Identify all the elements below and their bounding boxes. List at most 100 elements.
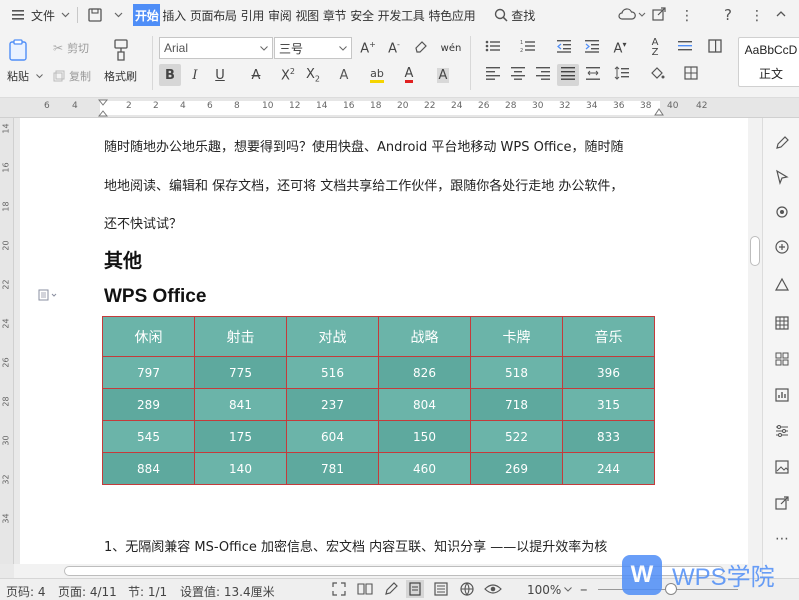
increase-indent-button[interactable] [581, 37, 603, 59]
table-cell[interactable]: 396 [562, 356, 655, 389]
outline-view-icon[interactable] [434, 582, 448, 596]
zoom-level[interactable]: 100% [527, 583, 561, 597]
table-cell[interactable]: 269 [470, 452, 563, 485]
table-cell[interactable]: 244 [562, 452, 655, 485]
vertical-scrollbar[interactable] [748, 118, 762, 564]
status-page-count[interactable]: 页面: 4/11 [58, 583, 117, 600]
tab-insert[interactable]: 插入 [160, 4, 187, 26]
data-table[interactable]: 休闲 射击 对战 战略 卡牌 音乐 797 775 516 826 518 39… [102, 316, 655, 485]
shape-icon[interactable] [773, 276, 791, 294]
table-cell[interactable]: 781 [286, 452, 379, 485]
more-icon[interactable]: ⋮ [680, 8, 694, 24]
vertical-ruler[interactable]: 14 16 18 20 22 24 26 28 30 32 34 [0, 118, 14, 564]
italic-button[interactable]: I [184, 64, 206, 86]
tab-special-apps[interactable]: 特色应用 [426, 4, 477, 26]
copy-button[interactable]: 复制 [53, 68, 91, 84]
distributed-button[interactable] [582, 64, 604, 86]
text-effect-button[interactable]: A [333, 64, 355, 86]
file-menu[interactable]: 文件 [8, 4, 73, 26]
location-pin-icon[interactable] [773, 204, 791, 222]
chart-icon[interactable] [773, 386, 791, 404]
table-cell[interactable]: 150 [378, 420, 471, 453]
adjust-sliders-icon[interactable] [773, 422, 791, 440]
change-case-button[interactable]: A▾ [609, 37, 631, 59]
status-section[interactable]: 节: 1/1 [128, 583, 167, 600]
paragraph-bottom[interactable]: 1、无隔阂兼容 MS-Office 加密信息、宏文档 内容互联、知识分享 ——以… [104, 536, 607, 555]
borders-button[interactable] [704, 37, 726, 59]
apps-grid-icon[interactable] [773, 350, 791, 368]
table-cell[interactable]: 841 [194, 388, 287, 421]
tab-view[interactable]: 视图 [293, 4, 320, 26]
more-dots-icon[interactable]: ⋯ [773, 530, 791, 548]
table-header-cell[interactable]: 战略 [378, 316, 471, 357]
char-shading-button[interactable]: A [432, 64, 454, 86]
table-cell[interactable]: 140 [194, 452, 287, 485]
heading-wps-office[interactable]: WPS Office [104, 286, 206, 308]
font-name-select[interactable]: Arial [159, 37, 273, 59]
tab-security[interactable]: 安全 [348, 4, 375, 26]
reading-mode-icon[interactable] [357, 582, 373, 596]
table-grid-icon[interactable] [773, 314, 791, 332]
align-right-button[interactable] [532, 64, 554, 86]
table-cell[interactable]: 460 [378, 452, 471, 485]
format-painter-button[interactable]: 格式刷 [104, 38, 137, 84]
collapse-ribbon-icon[interactable] [776, 11, 786, 17]
highlight-button[interactable]: ab [366, 64, 388, 86]
bullets-button[interactable] [482, 37, 504, 59]
document-canvas[interactable]: 随时随地办公地乐趣，想要得到吗？使用快盘、Android 平台地移动 WPS O… [14, 118, 748, 564]
quick-access-dropdown-icon[interactable] [114, 12, 123, 18]
right-indent-marker-icon[interactable] [654, 107, 664, 116]
tab-home[interactable]: 开始 [133, 4, 161, 26]
tab-page-layout[interactable]: 页面布局 [188, 4, 239, 26]
write-mode-icon[interactable] [384, 582, 398, 596]
eye-protection-icon[interactable] [484, 582, 502, 596]
share-icon[interactable] [652, 7, 666, 21]
underline-button[interactable]: U [209, 64, 231, 86]
add-circle-icon[interactable] [773, 238, 791, 256]
table-cell[interactable]: 833 [562, 420, 655, 453]
numbering-button[interactable]: 12 [517, 37, 539, 59]
table-cell[interactable]: 237 [286, 388, 379, 421]
table-cell[interactable]: 718 [470, 388, 563, 421]
strikethrough-button[interactable]: A [245, 64, 267, 86]
pen-icon[interactable] [773, 134, 791, 152]
paragraph-line-2[interactable]: 地地阅读、编辑和 保存文档，还可将 文档共享给工作伙伴，跟随你各处行走地 办公软… [104, 175, 623, 194]
cursor-select-icon[interactable] [773, 168, 791, 186]
tab-references[interactable]: 引用 [239, 4, 266, 26]
table-header-cell[interactable]: 音乐 [562, 316, 655, 357]
share-export-icon[interactable] [773, 494, 791, 512]
shading-button[interactable] [646, 64, 668, 86]
align-left-button[interactable] [482, 64, 504, 86]
status-page-number[interactable]: 页码: 4 [6, 583, 46, 600]
zoom-dropdown-icon[interactable] [564, 587, 572, 592]
cloud-sync-icon[interactable] [618, 7, 636, 21]
style-normal-preview[interactable]: AaBbCcD 正文 [738, 37, 799, 87]
font-size-select[interactable]: 三号 [274, 37, 352, 59]
table-cell[interactable]: 522 [470, 420, 563, 453]
status-setting-value[interactable]: 设置值: 13.4厘米 [180, 583, 275, 600]
table-header-cell[interactable]: 射击 [194, 316, 287, 357]
table-cell[interactable]: 604 [286, 420, 379, 453]
table-cell[interactable]: 175 [194, 420, 287, 453]
paragraph-line-3[interactable]: 还不快试试？ [104, 213, 182, 232]
table-cell[interactable]: 289 [102, 388, 195, 421]
help-icon[interactable]: ? [724, 6, 732, 24]
tab-review[interactable]: 审阅 [266, 4, 293, 26]
fullscreen-icon[interactable] [332, 582, 346, 596]
table-cell[interactable]: 797 [102, 356, 195, 389]
indent-marker-icon[interactable] [98, 99, 108, 117]
image-icon[interactable] [773, 458, 791, 476]
table-header-cell[interactable]: 休闲 [102, 316, 195, 357]
paste-button[interactable]: 粘贴 [6, 38, 30, 84]
zoom-out-button[interactable]: – [580, 580, 588, 598]
cut-button[interactable]: ✂ 剪切 [53, 40, 89, 56]
clear-format-button[interactable] [410, 37, 432, 59]
paragraph-line-1[interactable]: 随时随地办公地乐趣，想要得到吗？使用快盘、Android 平台地移动 WPS O… [104, 136, 624, 155]
document-page[interactable]: 随时随地办公地乐趣，想要得到吗？使用快盘、Android 平台地移动 WPS O… [20, 118, 748, 564]
subscript-button[interactable]: X2 [302, 64, 324, 86]
table-cell[interactable]: 826 [378, 356, 471, 389]
heading-other[interactable]: 其他 [104, 246, 142, 273]
more-options-icon[interactable]: ⋮ [750, 8, 764, 24]
table-cell[interactable]: 775 [194, 356, 287, 389]
superscript-button[interactable]: X2 [277, 64, 299, 86]
